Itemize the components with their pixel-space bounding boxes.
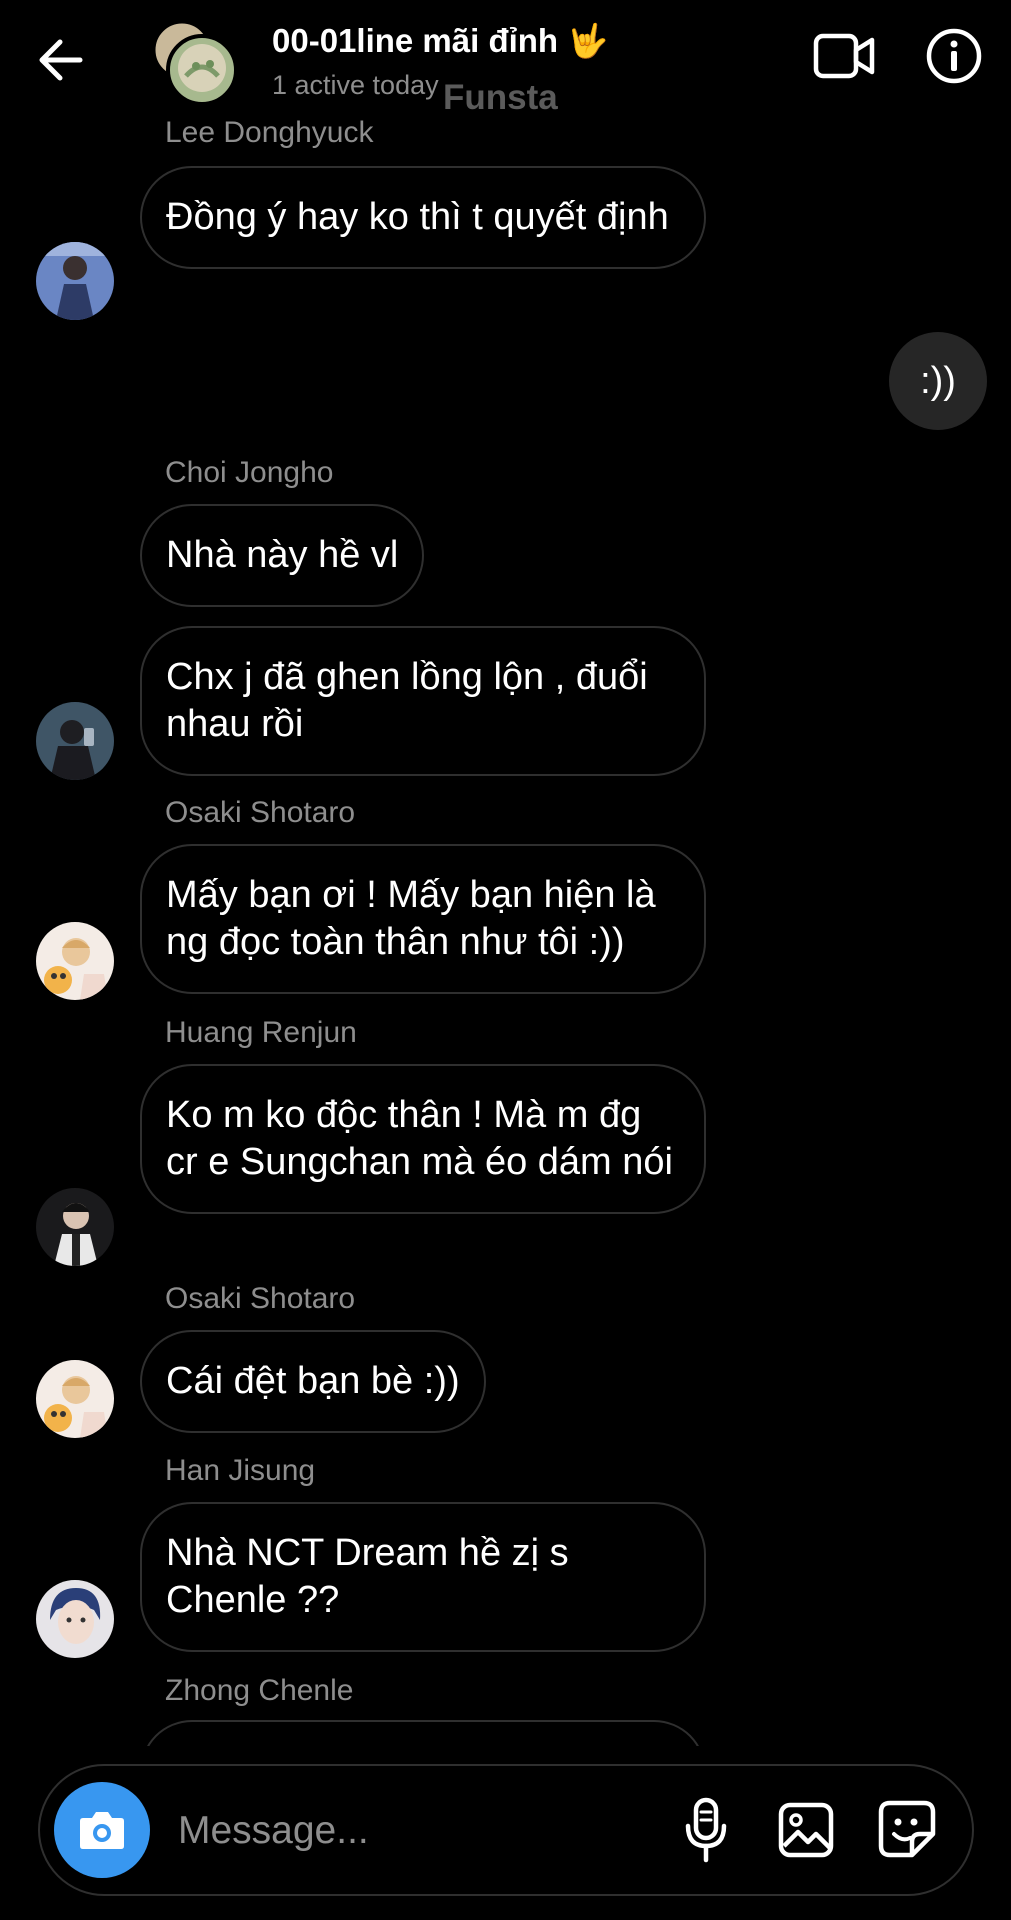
- back-button[interactable]: [30, 28, 94, 92]
- gallery-button[interactable]: [776, 1800, 836, 1860]
- my-message-bubble[interactable]: :)): [889, 332, 987, 430]
- message-bubble[interactable]: Đồng ý hay ko thì t quyết định: [140, 166, 706, 269]
- video-call-button[interactable]: [812, 28, 876, 84]
- avatar[interactable]: [36, 1360, 114, 1438]
- message-bubble[interactable]: Ko m ko độc thân ! Mà m đg cr e Sungchan…: [140, 1064, 706, 1214]
- avatar[interactable]: [36, 922, 114, 1000]
- hand-emoji: 🤟: [567, 22, 609, 59]
- sender-name: Osaki Shotaro: [165, 1282, 356, 1315]
- camera-icon: [80, 1812, 124, 1849]
- message-bubble[interactable]: Nhà NCT Dream hề zị s Chenle ??: [140, 1502, 706, 1652]
- chat-title[interactable]: 00-01line mãi đỉnh 🤟: [272, 22, 608, 61]
- gallery-icon: [778, 1802, 834, 1858]
- info-icon: [926, 28, 982, 84]
- sender-name: Lee Donghyuck: [165, 116, 374, 149]
- avatar[interactable]: [36, 1188, 114, 1266]
- message-bubble[interactable]: Nhà này hề vl: [140, 504, 425, 607]
- sender-name: Osaki Shotaro: [165, 796, 356, 829]
- watermark-label: Funsta: [443, 78, 558, 117]
- sticker-button[interactable]: [876, 1798, 938, 1860]
- sender-name: Choi Jongho: [165, 456, 334, 489]
- sender-name: Han Jisung: [165, 1454, 316, 1487]
- message-bubble[interactable]: Cái đệt bạn bè :)): [140, 1330, 486, 1433]
- voice-button[interactable]: [680, 1796, 732, 1864]
- message-input[interactable]: [176, 1800, 660, 1862]
- avatar[interactable]: [36, 1580, 114, 1658]
- sender-name: Zhong Chenle: [165, 1674, 354, 1707]
- message-bubble[interactable]: Chx j đã ghen lồng lộn , đuổi nhau rồi: [140, 626, 706, 776]
- back-arrow-icon: [39, 39, 83, 81]
- sticker-icon: [878, 1800, 936, 1858]
- camera-button[interactable]: [54, 1782, 150, 1878]
- avatar[interactable]: [36, 702, 114, 780]
- sender-name: Huang Renjun: [165, 1016, 357, 1049]
- message-bubble[interactable]: Mấy bạn ơi ! Mấy bạn hiện là ng đọc toàn…: [140, 844, 706, 994]
- active-status: 1 active today: [272, 70, 439, 100]
- group-avatar[interactable]: [150, 18, 240, 108]
- info-button[interactable]: [924, 26, 984, 86]
- avatar[interactable]: [36, 242, 114, 320]
- microphone-icon: [685, 1797, 727, 1863]
- video-camera-icon: [813, 33, 875, 79]
